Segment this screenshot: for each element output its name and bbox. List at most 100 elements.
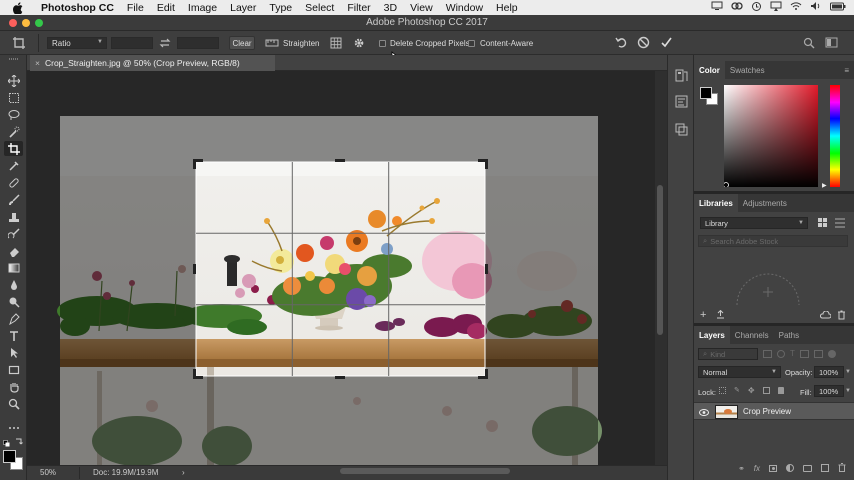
menu-help[interactable]: Help <box>496 2 518 14</box>
menu-type[interactable]: Type <box>269 2 292 14</box>
grid-overlay-icon[interactable] <box>330 37 342 51</box>
zoom-level[interactable]: 50% <box>40 468 56 477</box>
layer-style-icon[interactable]: fx <box>754 464 760 473</box>
color-panel-menu-icon[interactable]: ≡ <box>839 61 854 79</box>
layer-kind-filter[interactable]: ⌕ Kind <box>698 348 758 360</box>
filter-toggle-icon[interactable] <box>827 350 836 358</box>
lock-transparency-icon[interactable] <box>719 387 726 394</box>
tab-layers[interactable]: Layers <box>694 326 730 344</box>
display-icon[interactable] <box>711 1 723 14</box>
apple-icon[interactable] <box>11 1 25 14</box>
workspace-switcher-icon[interactable] <box>825 37 838 50</box>
tab-swatches[interactable]: Swatches <box>725 61 770 79</box>
tab-channels[interactable]: Channels <box>730 326 774 344</box>
group-layers-icon[interactable] <box>803 464 812 472</box>
fill-field[interactable]: 100% <box>814 385 844 397</box>
lock-position-icon[interactable]: ✥ <box>748 387 755 395</box>
content-aware-label[interactable]: Content-Aware <box>480 39 533 48</box>
library-select[interactable]: Library ▼ <box>700 217 808 229</box>
glyphs-panel-icon[interactable] <box>675 123 688 138</box>
document-tab[interactable]: × Crop_Straighten.jpg @ 50% (Crop Previe… <box>30 55 275 71</box>
volume-icon[interactable] <box>810 1 822 14</box>
reset-crop-icon[interactable] <box>615 36 628 51</box>
swap-dimensions-icon[interactable] <box>159 37 171 51</box>
menu-3d[interactable]: 3D <box>384 2 397 14</box>
cloud-sync-icon[interactable] <box>820 310 832 321</box>
gradient-tool-icon[interactable] <box>4 260 23 275</box>
hue-slider-marker[interactable]: ▶ <box>822 182 827 189</box>
zoom-window-button[interactable] <box>35 19 43 27</box>
history-brush-tool-icon[interactable] <box>4 226 23 241</box>
blur-tool-icon[interactable] <box>4 277 23 292</box>
crop-tool-icon[interactable] <box>4 141 23 156</box>
time-machine-icon[interactable] <box>751 1 762 15</box>
dodge-tool-icon[interactable] <box>4 294 23 309</box>
marquee-tool-icon[interactable] <box>4 90 23 105</box>
pen-tool-icon[interactable] <box>4 311 23 326</box>
layer-visibility-eye-icon[interactable] <box>699 408 709 418</box>
rectangle-tool-icon[interactable] <box>4 362 23 377</box>
height-field[interactable] <box>177 37 219 49</box>
fill-chevron-icon[interactable]: ▼ <box>845 388 851 394</box>
commit-crop-icon[interactable] <box>660 36 673 51</box>
crop-handle-left[interactable] <box>193 264 196 274</box>
cancel-crop-icon[interactable] <box>637 36 650 51</box>
list-view-icon[interactable] <box>835 218 845 230</box>
move-tool-icon[interactable] <box>4 73 23 88</box>
crop-tool-preset-icon[interactable] <box>12 36 26 52</box>
airplay-icon[interactable] <box>770 1 782 14</box>
vertical-scroll-thumb[interactable] <box>657 185 663 335</box>
content-aware-checkbox[interactable] <box>468 40 475 47</box>
crop-handle-bottom[interactable] <box>335 376 345 379</box>
minimize-window-button[interactable] <box>22 19 30 27</box>
adjustment-layer-icon[interactable] <box>786 464 794 472</box>
add-to-library-icon[interactable]: + <box>700 309 706 321</box>
menu-layer[interactable]: Layer <box>230 2 256 14</box>
shape-filter-icon[interactable] <box>799 350 809 358</box>
default-colors-icon[interactable] <box>3 439 10 449</box>
crop-handle-right[interactable] <box>485 264 488 274</box>
tools-panel-grip[interactable] <box>9 58 18 60</box>
more-tools-icon[interactable] <box>4 420 23 435</box>
eraser-tool-icon[interactable] <box>4 243 23 258</box>
zoom-tool-icon[interactable] <box>4 396 23 411</box>
layer-name[interactable]: Crop Preview <box>743 407 791 416</box>
close-tab-icon[interactable]: × <box>35 58 40 68</box>
crop-handle-top[interactable] <box>335 159 345 162</box>
blend-mode-select[interactable]: Normal ▼ <box>698 366 781 378</box>
path-selection-tool-icon[interactable] <box>4 345 23 360</box>
hand-tool-icon[interactable] <box>4 379 23 394</box>
crop-settings-gear-icon[interactable] <box>353 37 365 51</box>
battery-icon[interactable] <box>830 2 846 14</box>
smart-object-filter-icon[interactable] <box>813 350 823 358</box>
lasso-tool-icon[interactable] <box>4 107 23 122</box>
opacity-chevron-icon[interactable]: ▼ <box>845 369 851 375</box>
search-icon[interactable] <box>803 37 815 51</box>
delete-layer-icon[interactable] <box>838 462 846 474</box>
horizontal-scroll-thumb[interactable] <box>340 468 510 474</box>
menu-edit[interactable]: Edit <box>157 2 175 14</box>
layer-mask-icon[interactable] <box>769 464 777 472</box>
document-canvas[interactable] <box>27 71 655 465</box>
menu-select[interactable]: Select <box>305 2 334 14</box>
wifi-icon[interactable] <box>790 1 802 14</box>
straighten-icon[interactable] <box>265 38 279 50</box>
layer-row[interactable]: Crop Preview <box>694 402 854 420</box>
menu-view[interactable]: View <box>410 2 433 14</box>
canvas-area[interactable] <box>27 71 655 465</box>
upload-icon[interactable] <box>716 309 725 321</box>
brush-tool-icon[interactable] <box>4 192 23 207</box>
pixel-filter-icon[interactable] <box>763 350 772 358</box>
ratio-select[interactable]: Ratio ▼ <box>47 37 107 49</box>
library-trash-icon[interactable] <box>837 310 846 322</box>
clear-button[interactable]: Clear <box>229 36 255 50</box>
delete-cropped-pixels-label[interactable]: Delete Cropped Pixels <box>390 39 470 48</box>
tab-color[interactable]: Color <box>694 61 725 79</box>
app-menu[interactable]: Photoshop CC <box>41 2 114 14</box>
menu-window[interactable]: Window <box>446 2 483 14</box>
link-layers-icon[interactable]: ⚭ <box>738 464 745 473</box>
menu-image[interactable]: Image <box>188 2 217 14</box>
creative-cloud-icon[interactable] <box>731 1 743 14</box>
healing-brush-tool-icon[interactable] <box>4 175 23 190</box>
lock-pixels-icon[interactable]: ✎ <box>734 387 740 394</box>
